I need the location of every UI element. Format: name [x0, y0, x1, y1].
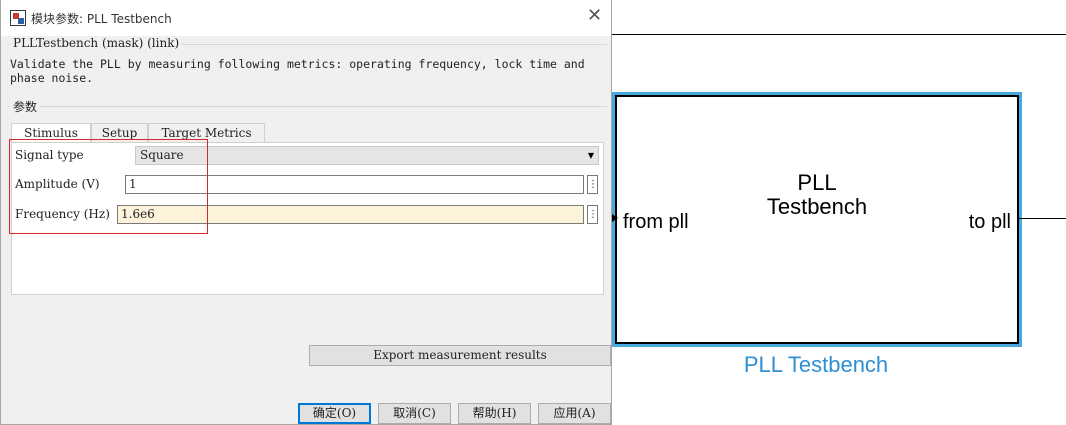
ok-button[interactable]: 确定(O) — [298, 403, 371, 424]
frequency-more-icon[interactable]: ⋮ — [587, 205, 598, 224]
annotation-highlight-box — [9, 139, 208, 234]
output-port-label: to pll — [968, 211, 1011, 233]
amplitude-more-icon[interactable]: ⋮ — [587, 175, 598, 194]
mask-header: PLLTestbench (mask) (link) — [10, 36, 183, 50]
apply-button[interactable]: 应用(A) — [538, 403, 611, 424]
dialog-titlebar[interactable]: 模块参数: PLL Testbench ✕ — [1, 0, 611, 36]
close-icon[interactable]: ✕ — [587, 6, 602, 26]
dialog-title: 模块参数: PLL Testbench — [31, 12, 172, 26]
input-arrow-icon — [612, 214, 618, 222]
params-group-label: 参数 — [10, 98, 41, 115]
pll-testbench-block[interactable]: PLL Testbench from pll to pll — [615, 95, 1019, 344]
help-button[interactable]: 帮助(H) — [458, 403, 531, 424]
params-group-border — [7, 106, 607, 107]
simulink-app-icon — [10, 10, 26, 26]
block-name-label[interactable]: PLL Testbench — [616, 352, 1016, 378]
output-signal-line[interactable] — [1019, 218, 1066, 219]
export-results-button[interactable]: Export measurement results — [309, 345, 611, 366]
signal-line-top — [612, 34, 1066, 35]
mask-description: Validate the PLL by measuring following … — [10, 57, 585, 85]
input-port-label: from pll — [623, 211, 689, 233]
chevron-down-icon: ▼ — [587, 151, 594, 160]
cancel-button[interactable]: 取消(C) — [378, 403, 451, 424]
block-title-line1: PLL — [797, 170, 837, 195]
block-parameters-dialog: 模块参数: PLL Testbench ✕ PLLTestbench (mask… — [0, 0, 612, 425]
